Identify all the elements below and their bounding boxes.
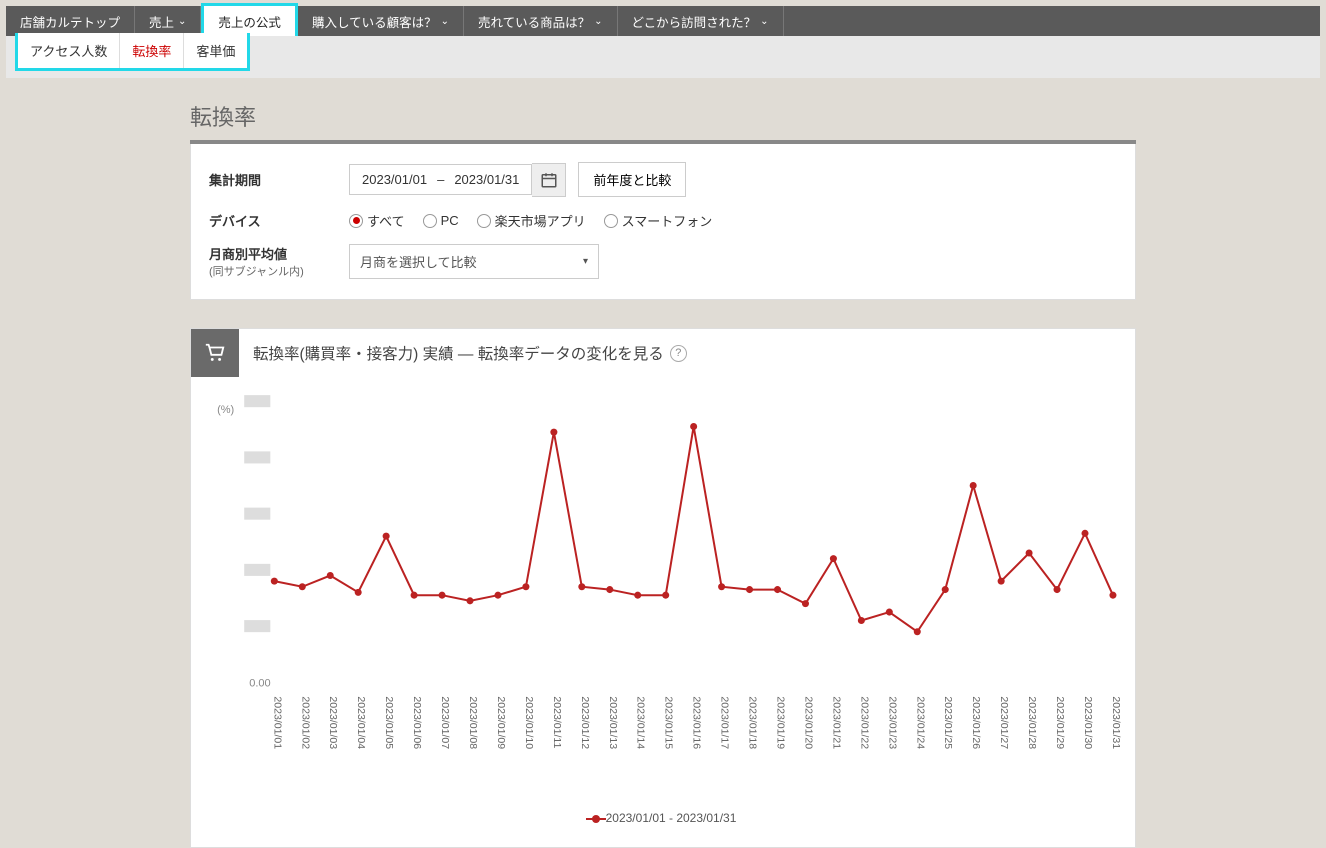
svg-text:2023/01/24: 2023/01/24 <box>914 696 926 749</box>
radio-label: スマートフォン <box>622 211 713 230</box>
svg-text:2023/01/20: 2023/01/20 <box>802 696 814 749</box>
subtab-1[interactable]: 転換率 <box>120 33 184 68</box>
chart-legend: 2023/01/01 - 2023/01/31 <box>199 807 1123 835</box>
device-radio-1[interactable]: PC <box>423 213 459 228</box>
svg-text:2023/01/01: 2023/01/01 <box>271 696 283 749</box>
svg-text:0.00: 0.00 <box>249 677 270 689</box>
chevron-down-icon: ▾ <box>583 256 588 267</box>
calendar-button[interactable] <box>532 163 566 197</box>
help-icon[interactable]: ? <box>670 345 687 362</box>
svg-text:2023/01/15: 2023/01/15 <box>663 696 675 749</box>
chevron-down-icon: ⌄ <box>760 16 768 27</box>
svg-text:2023/01/03: 2023/01/03 <box>327 696 339 749</box>
svg-text:2023/01/14: 2023/01/14 <box>635 696 647 749</box>
svg-text:2023/01/10: 2023/01/10 <box>523 696 535 749</box>
svg-text:2023/01/19: 2023/01/19 <box>775 696 787 749</box>
svg-text:2023/01/23: 2023/01/23 <box>886 696 898 749</box>
device-radio-3[interactable]: スマートフォン <box>604 211 713 230</box>
svg-text:2023/01/04: 2023/01/04 <box>355 696 367 749</box>
chevron-down-icon: ⌄ <box>441 16 449 27</box>
svg-text:2023/01/28: 2023/01/28 <box>1026 696 1038 749</box>
svg-text:2023/01/09: 2023/01/09 <box>495 696 507 749</box>
chart-panel: 転換率(購買率・接客力) 実績 ― 転換率データの変化を見る ? (%) 0.00… <box>190 328 1136 848</box>
radio-icon <box>349 214 363 228</box>
filter-panel: 集計期間 2023/01/01 – 2023/01/31 前年度と比較 デバイス… <box>190 144 1136 300</box>
subtabs: アクセス人数転換率客単価 <box>15 33 250 71</box>
select-placeholder: 月商を選択して比較 <box>360 252 477 271</box>
svg-text:2023/01/22: 2023/01/22 <box>858 696 870 749</box>
chart-header: 転換率(購買率・接客力) 実績 ― 転換率データの変化を見る ? <box>191 329 1135 377</box>
chart-title: 転換率(購買率・接客力) 実績 ― 転換率データの変化を見る <box>253 342 664 364</box>
device-radio-0[interactable]: すべて <box>349 211 405 230</box>
chevron-down-icon: ⌄ <box>594 16 602 27</box>
calendar-icon <box>540 171 558 189</box>
svg-text:2023/01/13: 2023/01/13 <box>607 696 619 749</box>
subtab-0[interactable]: アクセス人数 <box>18 33 120 68</box>
svg-text:2023/01/21: 2023/01/21 <box>830 696 842 749</box>
cart-icon <box>191 329 239 377</box>
date-range-input[interactable]: 2023/01/01 – 2023/01/31 <box>349 164 532 195</box>
svg-text:2023/01/08: 2023/01/08 <box>467 696 479 749</box>
conversion-chart: (%) 0.002023/01/01 2023/01/02 2023/01/03 202… <box>199 387 1123 807</box>
topnav-item-1[interactable]: 売上⌄ <box>135 6 201 36</box>
date-end: 2023/01/31 <box>454 172 519 187</box>
svg-text:2023/01/11: 2023/01/11 <box>551 696 563 748</box>
radio-label: すべて <box>367 211 405 230</box>
topnav-item-3[interactable]: 購入している顧客は？⌄ <box>298 6 464 36</box>
page-title: 転換率 <box>190 100 1136 132</box>
compare-prev-year-button[interactable]: 前年度と比較 <box>578 162 686 197</box>
device-radio-group: すべて PC 楽天市場アプリ スマートフォン <box>349 211 712 230</box>
topnav-item-0[interactable]: 店舗カルテトップ <box>6 6 135 36</box>
svg-text:2023/01/05: 2023/01/05 <box>383 696 395 749</box>
svg-text:2023/01/12: 2023/01/12 <box>579 696 591 749</box>
topnav-item-2[interactable]: 売上の公式 <box>201 3 298 36</box>
top-nav: 店舗カルテトップ売上⌄売上の公式購入している顧客は？⌄売れている商品は？⌄どこか… <box>6 6 1320 36</box>
svg-text:2023/01/06: 2023/01/06 <box>411 696 423 749</box>
svg-text:2023/01/30: 2023/01/30 <box>1082 696 1094 749</box>
avg-label: 月商別平均値 (同サブジャンル内) <box>209 244 349 279</box>
svg-text:2023/01/26: 2023/01/26 <box>970 696 982 749</box>
date-sep: – <box>437 172 444 187</box>
svg-text:2023/01/18: 2023/01/18 <box>747 696 759 749</box>
period-label: 集計期間 <box>209 170 349 189</box>
radio-icon <box>477 214 491 228</box>
svg-text:2023/01/27: 2023/01/27 <box>998 696 1010 749</box>
svg-text:2023/01/02: 2023/01/02 <box>299 696 311 749</box>
date-start: 2023/01/01 <box>362 172 427 187</box>
device-radio-2[interactable]: 楽天市場アプリ <box>477 211 586 230</box>
svg-text:2023/01/07: 2023/01/07 <box>439 696 451 749</box>
radio-label: PC <box>441 213 459 228</box>
chevron-down-icon: ⌄ <box>178 16 186 27</box>
svg-text:2023/01/16: 2023/01/16 <box>691 696 703 749</box>
radio-label: 楽天市場アプリ <box>495 211 586 230</box>
svg-text:2023/01/17: 2023/01/17 <box>719 696 731 749</box>
subtab-row: アクセス人数転換率客単価 <box>6 36 1320 78</box>
radio-icon <box>604 214 618 228</box>
subtab-2[interactable]: 客単価 <box>184 33 247 68</box>
svg-text:2023/01/29: 2023/01/29 <box>1054 696 1066 749</box>
svg-text:2023/01/25: 2023/01/25 <box>942 696 954 749</box>
monthly-avg-select[interactable]: 月商を選択して比較 ▾ <box>349 244 599 279</box>
device-label: デバイス <box>209 211 349 230</box>
topnav-item-4[interactable]: 売れている商品は？⌄ <box>464 6 618 36</box>
svg-text:2023/01/31: 2023/01/31 <box>1110 696 1122 749</box>
svg-text:(%): (%) <box>217 404 234 416</box>
topnav-item-5[interactable]: どこから訪問された？⌄ <box>618 6 784 36</box>
radio-icon <box>423 214 437 228</box>
